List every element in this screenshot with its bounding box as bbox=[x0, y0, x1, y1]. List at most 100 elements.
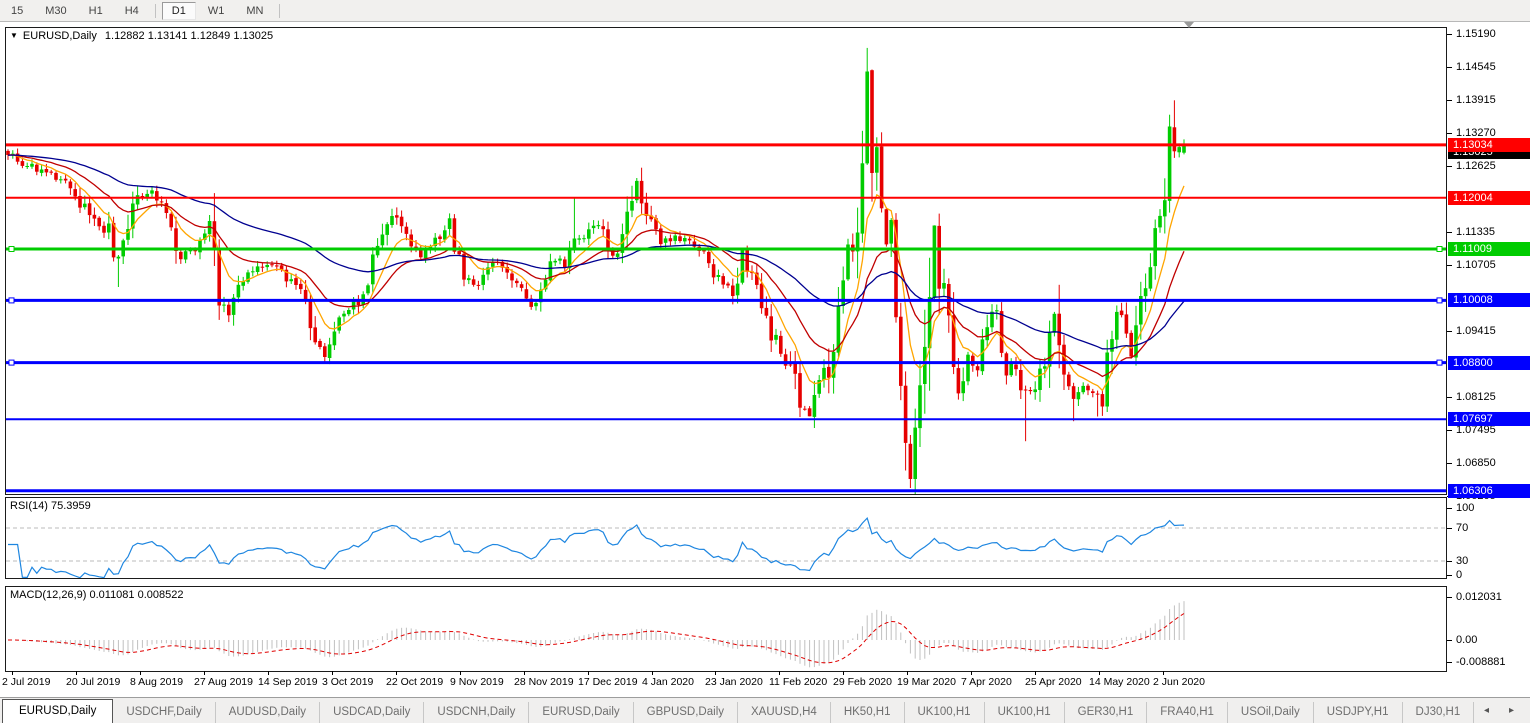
rsi-axis-tick-mark bbox=[1447, 575, 1452, 576]
price-line-label-1.10008: 1.10008 bbox=[1448, 293, 1530, 307]
date-tick-mark bbox=[268, 671, 269, 675]
chart-tab-usoil-daily[interactable]: USOil,Daily bbox=[1228, 702, 1314, 723]
chart-tab-usdchf-daily[interactable]: USDCHF,Daily bbox=[113, 702, 215, 723]
line-handle[interactable] bbox=[1437, 247, 1442, 252]
rsi-axis-label: 30 bbox=[1456, 555, 1468, 567]
tabs-scroll-left-icon[interactable]: ◂ bbox=[1484, 705, 1497, 716]
macd-histogram bbox=[8, 601, 1184, 667]
date-tick-mark bbox=[1163, 671, 1164, 675]
price-tick-mark bbox=[1447, 232, 1452, 233]
rsi-axis-label: 0 bbox=[1456, 569, 1462, 581]
date-tick-mark bbox=[396, 671, 397, 675]
macd-axis-label: 0.00 bbox=[1456, 634, 1477, 646]
date-tick-mark bbox=[460, 671, 461, 675]
line-handle[interactable] bbox=[9, 360, 14, 365]
date-label: 23 Jan 2020 bbox=[705, 676, 763, 688]
date-label: 25 Apr 2020 bbox=[1025, 676, 1082, 688]
date-tick-mark bbox=[76, 671, 77, 675]
tf-button-m30[interactable]: M30 bbox=[35, 2, 76, 20]
price-tick-mark bbox=[1447, 430, 1452, 431]
chart-tab-eurusd-daily[interactable]: EURUSD,Daily bbox=[529, 702, 633, 723]
tf-button-d1[interactable]: D1 bbox=[162, 2, 196, 20]
candlestick-chart bbox=[6, 28, 1446, 494]
price-line-label-1.08800: 1.08800 bbox=[1448, 356, 1530, 370]
price-tick-label: 1.06850 bbox=[1456, 457, 1496, 469]
line-handle[interactable] bbox=[9, 298, 14, 303]
date-label: 9 Nov 2019 bbox=[450, 676, 504, 688]
price-tick-label: 1.08125 bbox=[1456, 391, 1496, 403]
price-tick-label: 1.13915 bbox=[1456, 94, 1496, 106]
chart-tab-usdcad-daily[interactable]: USDCAD,Daily bbox=[320, 702, 424, 723]
horizontal-lines[interactable] bbox=[6, 145, 1446, 491]
tf-button-15[interactable]: 15 bbox=[1, 2, 33, 20]
rsi-axis-tick-mark bbox=[1447, 528, 1452, 529]
date-label: 22 Oct 2019 bbox=[386, 676, 443, 688]
tf-button-h4[interactable]: H4 bbox=[115, 2, 149, 20]
date-label: 28 Nov 2019 bbox=[514, 676, 574, 688]
line-handle[interactable] bbox=[9, 247, 14, 252]
chart-tab-usdjpy-h1[interactable]: USDJPY,H1 bbox=[1314, 702, 1403, 723]
chart-tab-uk100-h1[interactable]: UK100,H1 bbox=[905, 702, 985, 723]
macd-axis-tick-mark bbox=[1447, 640, 1452, 641]
rsi-axis-label: 70 bbox=[1456, 522, 1468, 534]
price-axis: 1.151901.145451.139151.132701.126251.113… bbox=[1447, 0, 1530, 700]
price-line-label-1.13034: 1.13034 bbox=[1448, 138, 1530, 152]
rsi-line bbox=[8, 518, 1184, 578]
price-tick-label: 1.11335 bbox=[1456, 226, 1495, 238]
macd-axis-label: -0.008881 bbox=[1456, 656, 1506, 668]
date-tick-mark bbox=[779, 671, 780, 675]
chart-tab-xauusd-h4[interactable]: XAUUSD,H4 bbox=[738, 702, 831, 723]
date-tick-mark bbox=[524, 671, 525, 675]
price-tick-mark bbox=[1447, 463, 1452, 464]
price-line-label-1.11009: 1.11009 bbox=[1448, 242, 1530, 256]
tab-scroll-arrows: ◂▸ bbox=[1484, 705, 1522, 716]
date-label: 29 Feb 2020 bbox=[833, 676, 892, 688]
tabs-scroll-right-icon[interactable]: ▸ bbox=[1509, 705, 1522, 716]
main-chart-panel: ▼ EURUSD,Daily 1.12882 1.13141 1.12849 1.1… bbox=[5, 27, 1447, 495]
price-tick-label: 1.12625 bbox=[1456, 160, 1496, 172]
date-tick-mark bbox=[715, 671, 716, 675]
chart-tab-audusd-daily[interactable]: AUDUSD,Daily bbox=[216, 702, 320, 723]
chart-tab-usdcnh-daily[interactable]: USDCNH,Daily bbox=[424, 702, 529, 723]
date-tick-mark bbox=[971, 671, 972, 675]
tf-button-mn[interactable]: MN bbox=[236, 2, 273, 20]
price-tick-mark bbox=[1447, 265, 1452, 266]
timeframe-toolbar: 15M30H1H4 D1W1MN bbox=[0, 0, 1530, 22]
chart-ohlc-values: 1.12882 1.13141 1.12849 1.13025 bbox=[105, 30, 273, 42]
date-tick-mark bbox=[204, 671, 205, 675]
price-tick-label: 1.09415 bbox=[1456, 325, 1496, 337]
chart-tab-gbpusd-daily[interactable]: GBPUSD,Daily bbox=[634, 702, 738, 723]
line-handle[interactable] bbox=[1437, 298, 1442, 303]
ma-mid-line bbox=[8, 155, 1184, 377]
tf-button-w1[interactable]: W1 bbox=[198, 2, 235, 20]
chart-tab-dj30-h1[interactable]: DJ30,H1 bbox=[1403, 702, 1475, 723]
date-label: 4 Jan 2020 bbox=[642, 676, 694, 688]
chevron-down-icon[interactable]: ▼ bbox=[10, 31, 18, 40]
tf-button-h1[interactable]: H1 bbox=[79, 2, 113, 20]
date-label: 14 May 2020 bbox=[1089, 676, 1150, 688]
rsi-axis-tick-mark bbox=[1447, 508, 1452, 509]
toolbar-separator bbox=[279, 4, 280, 18]
price-tick-mark bbox=[1447, 397, 1452, 398]
chart-symbol-label: EURUSD,Daily bbox=[23, 30, 97, 42]
chart-tab-fra40-h1[interactable]: FRA40,H1 bbox=[1147, 702, 1228, 723]
price-tick-mark bbox=[1447, 34, 1452, 35]
date-label: 3 Oct 2019 bbox=[322, 676, 373, 688]
date-tick-mark bbox=[843, 671, 844, 675]
date-tick-mark bbox=[907, 671, 908, 675]
chart-tab-ger30-h1[interactable]: GER30,H1 bbox=[1065, 702, 1148, 723]
line-handle[interactable] bbox=[1437, 360, 1442, 365]
chart-tab-hk50-h1[interactable]: HK50,H1 bbox=[831, 702, 905, 723]
price-line-label-1.12004: 1.12004 bbox=[1448, 191, 1530, 205]
macd-axis-label: 0.012031 bbox=[1456, 591, 1502, 603]
date-tick-mark bbox=[652, 671, 653, 675]
date-tick-mark bbox=[140, 671, 141, 675]
rsi-plot bbox=[6, 498, 1446, 578]
date-tick-mark bbox=[588, 671, 589, 675]
chart-shift-marker[interactable] bbox=[1184, 22, 1194, 28]
chart-tab-eurusd-daily[interactable]: EURUSD,Daily bbox=[2, 699, 113, 723]
price-tick-mark bbox=[1447, 331, 1452, 332]
chart-tab-uk100-h1[interactable]: UK100,H1 bbox=[985, 702, 1065, 723]
date-label: 8 Aug 2019 bbox=[130, 676, 183, 688]
date-label: 2 Jul 2019 bbox=[2, 676, 50, 688]
